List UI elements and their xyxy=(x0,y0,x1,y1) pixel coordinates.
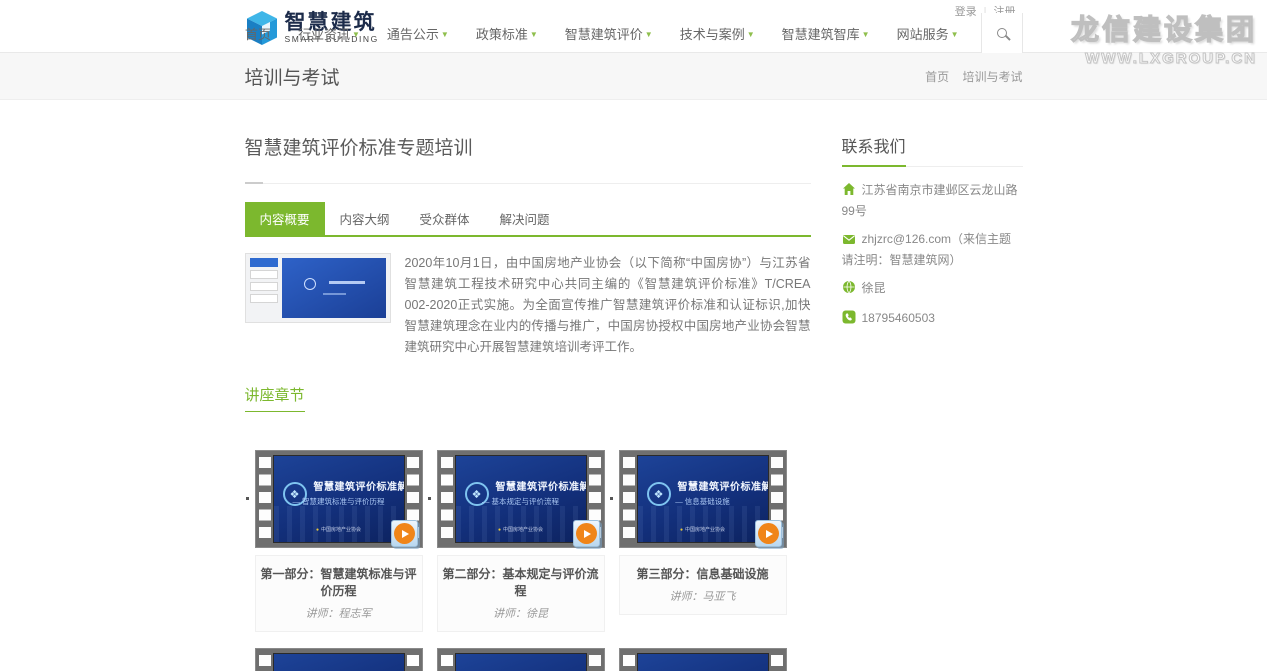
video-title: 第二部分：基本规定与评价流程 xyxy=(441,565,601,599)
video-thumbnail[interactable]: ❖ 智慧建筑评价标准解读 — 资源节约与利用 中国房地产业协会 xyxy=(619,648,787,671)
video-thumbnail[interactable]: ❖ 智慧建筑评价标准解读 — 智慧建筑标准与评价历程 中国房地产业协会 xyxy=(255,450,423,548)
page-header-band: 培训与考试 首页 培训与考试 xyxy=(0,53,1267,100)
contact-person: 徐昆 xyxy=(842,279,1023,300)
nav-item-evaluation[interactable]: 智慧建筑评价▼ xyxy=(565,24,653,43)
nav-item-notices[interactable]: 通告公示▼ xyxy=(387,24,449,43)
video-card-6: ❖ 智慧建筑评价标准解读 — 资源节约与利用 中国房地产业协会 第六部分：资源节… xyxy=(619,648,787,671)
video-thumbnail[interactable]: ❖ 智慧建筑评价标准解读 — 信息基础设施 中国房地产业协会 xyxy=(619,450,787,548)
top-bar: 智慧建筑 SMART BUILDING 登录|注册 首页 行业资讯▼ 通告公示▼… xyxy=(0,0,1267,53)
search-icon xyxy=(997,28,1007,38)
video-thumbnail[interactable]: ❖ 智慧建筑评价标准解读 — 数据资源 中国房地产业协会 xyxy=(255,648,423,671)
play-button[interactable] xyxy=(391,520,418,547)
nav-item-think-tank[interactable]: 智慧建筑智库▼ xyxy=(782,24,870,43)
tab-bar: 内容概要 内容大纲 受众群体 解决问题 xyxy=(245,202,811,237)
chevron-down-icon: ▼ xyxy=(747,30,755,39)
play-button[interactable] xyxy=(573,520,600,547)
contact-address: 江苏省南京市建邺区云龙山路99号 xyxy=(842,181,1023,221)
nav-item-site-services[interactable]: 网站服务▼ xyxy=(897,24,959,43)
page-title: 培训与考试 xyxy=(245,63,340,90)
globe-icon xyxy=(842,280,856,300)
title-divider xyxy=(245,176,811,184)
intro-paragraph: 2020年10月1日，由中国房地产业协会（以下简称“中国房协”）与江苏省智慧建筑… xyxy=(405,253,811,358)
tab-content-summary[interactable]: 内容概要 xyxy=(245,202,325,235)
video-card-5: ❖ 智慧建筑评价标准解读 — 安全与防灾 中国房地产业协会 第五部分：安全与防灾… xyxy=(437,648,605,671)
video-preview-thumbnail[interactable] xyxy=(245,253,391,323)
tab-content-outline[interactable]: 内容大纲 xyxy=(325,202,405,235)
main-nav: 首页 行业资讯▼ 通告公示▼ 政策标准▼ 智慧建筑评价▼ 技术与案例▼ 智慧建筑… xyxy=(218,13,1023,53)
contact-email: zhjzrc@126.com（来信主题请注明：智慧建筑网） xyxy=(842,230,1023,270)
section-title-chapters: 讲座章节 xyxy=(245,384,305,412)
breadcrumb: 首页 培训与考试 xyxy=(915,68,1022,85)
video-title: 第一部分：智慧建筑标准与评价历程 xyxy=(259,565,419,599)
chevron-down-icon: ▼ xyxy=(862,30,870,39)
video-lecturer: 讲师：程志军 xyxy=(259,605,419,621)
chevron-down-icon: ▼ xyxy=(352,30,360,39)
video-title: 第三部分：信息基础设施 xyxy=(623,565,783,582)
breadcrumb-current: 培训与考试 xyxy=(962,70,1022,84)
player-logo-ring xyxy=(304,278,316,290)
tab-audience[interactable]: 受众群体 xyxy=(405,202,485,235)
nav-item-policy-standards[interactable]: 政策标准▼ xyxy=(476,24,538,43)
player-screen xyxy=(282,258,386,318)
chevron-down-icon: ▼ xyxy=(441,30,449,39)
tab-problems-solved[interactable]: 解决问题 xyxy=(485,202,565,235)
chevron-down-icon: ▼ xyxy=(951,30,959,39)
search-button[interactable] xyxy=(981,13,1023,53)
chevron-down-icon: ▼ xyxy=(645,30,653,39)
video-grid: ❖ 智慧建筑评价标准解读 — 智慧建筑标准与评价历程 中国房地产业协会 第一部分… xyxy=(245,450,811,671)
home-icon xyxy=(842,182,856,202)
contact-phone: 18795460503 xyxy=(842,309,1023,330)
content-area: 智慧建筑评价标准专题培训 内容概要 内容大纲 受众群体 解决问题 xyxy=(0,100,1267,671)
video-card-3: ❖ 智慧建筑评价标准解读 — 信息基础设施 中国房地产业协会 第三部分：信息基础… xyxy=(619,450,787,632)
nav-item-home[interactable]: 首页 xyxy=(245,24,271,43)
page: 龙信建设集团 WWW.LXGROUP.CN 智慧建筑 SMART BUILDIN… xyxy=(0,0,1267,671)
video-card-1: ❖ 智慧建筑评价标准解读 — 智慧建筑标准与评价历程 中国房地产业协会 第一部分… xyxy=(255,450,423,632)
contact-sidebar: 联系我们 江苏省南京市建邺区云龙山路99号 zhjzrc@126.com（来信主… xyxy=(842,133,1023,671)
video-card-4: ❖ 智慧建筑评价标准解读 — 数据资源 中国房地产业协会 第四部分：数据资源 讲… xyxy=(255,648,423,671)
intro-section: 2020年10月1日，由中国房地产业协会（以下简称“中国房协”）与江苏省智慧建筑… xyxy=(245,253,811,358)
player-sidebar xyxy=(250,258,278,318)
breadcrumb-home[interactable]: 首页 xyxy=(925,70,949,84)
video-thumbnail[interactable]: ❖ 智慧建筑评价标准解读 — 安全与防灾 中国房地产业协会 xyxy=(437,648,605,671)
play-button[interactable] xyxy=(755,520,782,547)
video-card-2: ❖ 智慧建筑评价标准解读 — 基本规定与评价流程 中国房地产业协会 第二部分：基… xyxy=(437,450,605,632)
nav-item-industry-news[interactable]: 行业资讯▼ xyxy=(298,24,360,43)
main-column: 智慧建筑评价标准专题培训 内容概要 内容大纲 受众群体 解决问题 xyxy=(245,133,811,671)
mail-icon xyxy=(842,232,856,251)
video-thumbnail[interactable]: ❖ 智慧建筑评价标准解读 — 基本规定与评价流程 中国房地产业协会 xyxy=(437,450,605,548)
nav-item-tech-cases[interactable]: 技术与案例▼ xyxy=(680,24,755,43)
video-lecturer: 讲师：马亚飞 xyxy=(623,588,783,604)
sidebar-title: 联系我们 xyxy=(842,133,906,167)
contact-list: 江苏省南京市建邺区云龙山路99号 zhjzrc@126.com（来信主题请注明：… xyxy=(842,181,1023,330)
chevron-down-icon: ▼ xyxy=(530,30,538,39)
video-lecturer: 讲师：徐昆 xyxy=(441,605,601,621)
article-title: 智慧建筑评价标准专题培训 xyxy=(245,133,811,160)
phone-icon xyxy=(842,310,856,330)
